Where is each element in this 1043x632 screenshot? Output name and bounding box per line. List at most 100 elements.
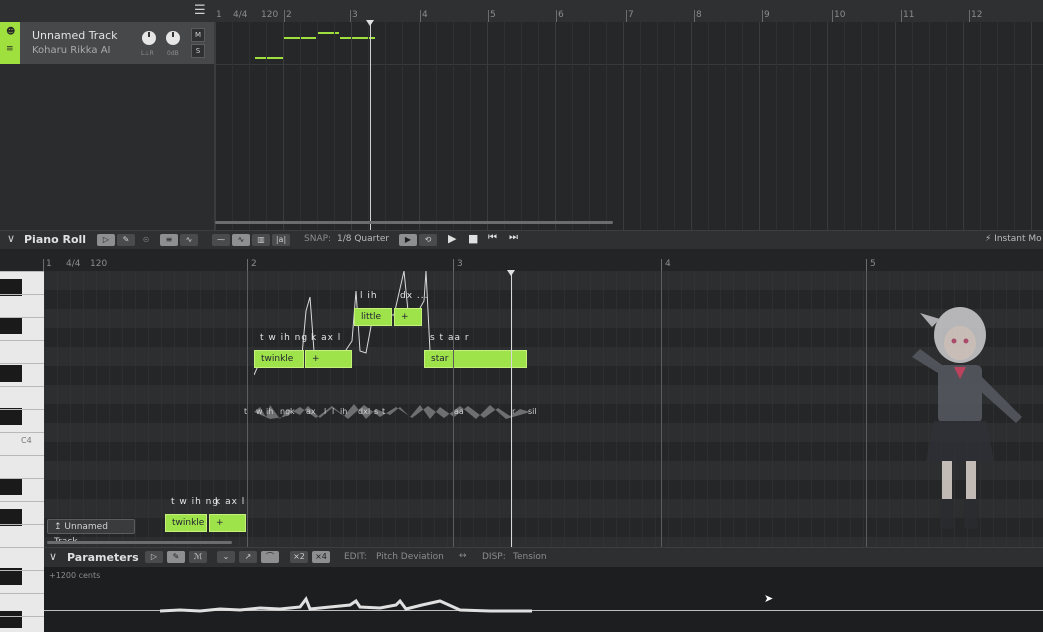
pr-bar-5: 5 [870, 259, 876, 269]
smooth-tool-icon[interactable]: ℳ [189, 551, 207, 563]
ghost-note-0[interactable]: twinkle [165, 514, 207, 532]
arr-note[interactable] [317, 32, 339, 34]
link-tool-icon[interactable]: ⊝ [137, 234, 155, 246]
pitch-view-icon[interactable]: ⁓ [212, 234, 230, 246]
pan-knob[interactable] [142, 31, 156, 45]
zoom-x4-button[interactable]: ×4 [312, 551, 330, 563]
voice-icon: ☻ [6, 27, 16, 37]
arrangement-ruler[interactable]: 2 3 4 5 6 7 8 9 10 11 12 [0, 0, 1043, 23]
pan-label: L⊥R [141, 50, 154, 57]
loop-icon[interactable]: ⟲ [419, 234, 437, 246]
instant-mode-button[interactable]: ⚡ Instant Mo [985, 234, 1042, 244]
note-1[interactable]: + [305, 350, 352, 368]
pencil-tool-icon[interactable]: ✎ [117, 234, 135, 246]
select-tool-icon[interactable]: ▷ [97, 234, 115, 246]
black-key[interactable] [0, 317, 22, 334]
snap-dropdown[interactable]: 1/8 Quarter [337, 234, 389, 244]
follow-playhead-icon[interactable]: ▶ [399, 234, 417, 246]
deviation-curve[interactable] [160, 595, 532, 617]
track-color-strip[interactable]: ☻ ≡ [0, 22, 20, 64]
ramp-curve-icon[interactable]: ↗ [239, 551, 257, 563]
piano-roll-grid[interactable]: t w ih ng k ax l l ih dx l s t aa r sil twinkle t w ih n… [44, 271, 1043, 547]
ghost-note-1[interactable]: + [209, 514, 246, 532]
bar-7: 7 [628, 10, 634, 20]
parameters-title: Parameters [67, 551, 139, 564]
select-tool-icon[interactable]: ▷ [145, 551, 163, 563]
swap-icon[interactable]: ↔ [459, 551, 467, 561]
ghost-phoneme-label: t w ih ng [171, 497, 220, 507]
waveform-phoneme: l [332, 407, 335, 416]
skip-forward-icon[interactable]: ⏭ [509, 232, 518, 243]
piano-keyboard[interactable] [0, 271, 44, 632]
bar-1: 1 [216, 10, 222, 20]
collapse-chevron-icon[interactable]: ∨ [7, 232, 15, 245]
playhead-marker-icon[interactable] [507, 270, 515, 276]
waveform-phoneme: ih [266, 407, 274, 416]
stop-icon[interactable]: ■ [468, 232, 478, 245]
note-0[interactable]: twinkle [254, 350, 304, 368]
bar-4: 4 [422, 10, 428, 20]
arc-curve-icon[interactable]: ⌒ [261, 551, 279, 563]
waveform-phoneme: ax [306, 407, 316, 416]
gain-label: 0dB [167, 50, 179, 57]
track-name[interactable]: Unnamed Track [32, 29, 117, 42]
waveform-phoneme: dx [358, 407, 368, 416]
waveform-phoneme: r [512, 407, 516, 416]
track-handle-icon: ≡ [6, 44, 14, 54]
bar-10: 10 [834, 10, 846, 20]
pr-time-sig: 4/4 [66, 259, 81, 269]
solo-button[interactable]: S [191, 44, 205, 58]
phoneme-label: t w ih ng [260, 333, 309, 343]
pr-horizontal-scrollbar[interactable] [47, 541, 232, 544]
waveform-phoneme: s [374, 407, 379, 416]
hamburger-icon[interactable]: ☰ [194, 3, 206, 18]
pr-bar-4: 4 [665, 259, 671, 269]
playhead-arrangement[interactable] [370, 22, 371, 230]
phoneme-view-icon[interactable]: |a| [272, 234, 290, 246]
snap-label: SNAP: [304, 234, 332, 244]
pitch-curve-icon[interactable]: ∿ [232, 234, 250, 246]
track-tag[interactable]: ↥ Unnamed Track [47, 519, 135, 547]
pr-bar-3: 3 [457, 259, 463, 269]
play-icon[interactable]: ▶ [448, 232, 456, 245]
note-2[interactable]: little [354, 308, 392, 326]
track-voice[interactable]: Koharu Rikka AI [32, 45, 111, 56]
arrangement-grid[interactable] [215, 22, 1043, 230]
black-key[interactable] [0, 611, 22, 628]
edit-label: EDIT: [344, 552, 367, 562]
gain-knob[interactable] [166, 31, 180, 45]
arr-tempo: 120 [261, 10, 279, 20]
waveform-phoneme: k [290, 407, 295, 416]
zoom-x2-button[interactable]: ×2 [290, 551, 308, 563]
skip-back-icon[interactable]: ⏮ [488, 232, 497, 243]
piano-roll-toolbar: ∨ Piano Roll ▷ ✎ ⊝ ≡ ∿ ⁓ ∿ ▥ |a| SNAP: 1… [0, 230, 1043, 249]
mute-button[interactable]: M [191, 28, 205, 42]
collapse-chevron-icon[interactable]: ∨ [49, 550, 57, 563]
note-tool-icon[interactable]: ≡ [160, 234, 178, 246]
disp-dropdown[interactable]: Tension [513, 552, 547, 562]
piano-roll-ruler[interactable]: 1 4/4 120 2 3 4 5 [0, 249, 1043, 272]
lower-curve-icon[interactable]: ⌄ [217, 551, 235, 563]
waveform-view-icon[interactable]: ▥ [252, 234, 270, 246]
pencil-tool-icon[interactable]: ✎ [167, 551, 185, 563]
black-key[interactable] [0, 478, 22, 495]
waveform-phoneme: l [324, 407, 327, 416]
black-key[interactable] [0, 365, 22, 382]
parameter-editor[interactable]: +1200 cents ➤ [44, 567, 1043, 632]
phoneme-label: l ih [360, 291, 378, 301]
phoneme-label: dx ... [400, 291, 429, 301]
waveform-phoneme: t [382, 407, 386, 416]
arr-note[interactable] [255, 57, 283, 59]
parameters-toolbar: ∨ Parameters ▷ ✎ ℳ ⌄ ↗ ⌒ ×2 ×4 EDIT: Pit… [44, 547, 1043, 568]
black-key[interactable] [0, 408, 22, 425]
pr-bar-2: 2 [251, 259, 257, 269]
bar-9: 9 [764, 10, 770, 20]
note-3[interactable]: + [394, 308, 422, 326]
horizontal-scrollbar[interactable] [215, 221, 613, 224]
playhead-marker-icon[interactable] [366, 20, 374, 26]
waveform-phoneme: ng [280, 407, 291, 416]
curve-tool-icon[interactable]: ∿ [180, 234, 198, 246]
waveform-phoneme: w [256, 407, 263, 416]
disp-label: DISP: [482, 552, 506, 562]
edit-dropdown[interactable]: Pitch Deviation [376, 552, 444, 562]
